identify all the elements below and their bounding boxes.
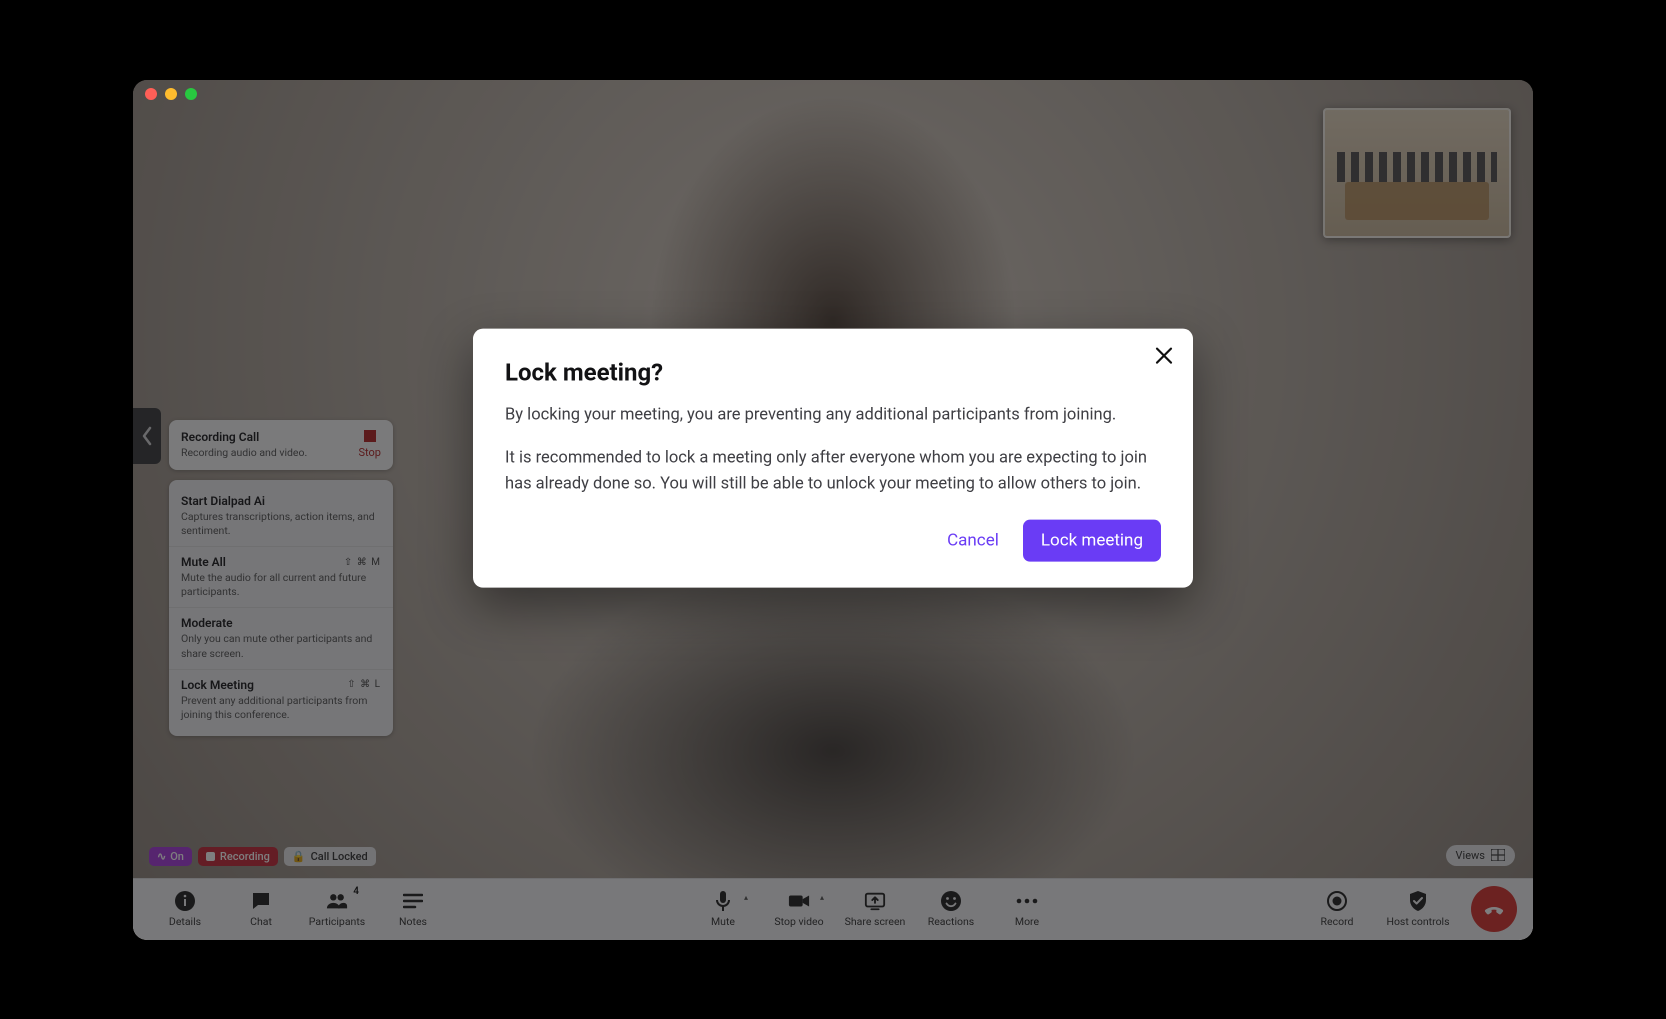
close-dialog-button[interactable] [1155,347,1173,368]
dialog-paragraph-2: It is recommended to lock a meeting only… [505,446,1161,497]
window-zoom-dot[interactable] [185,88,197,100]
close-icon [1155,347,1173,365]
dialog-actions: Cancel Lock meeting [505,519,1161,561]
lock-meeting-dialog: Lock meeting? By locking your meeting, y… [473,329,1193,588]
dialog-title: Lock meeting? [505,359,1161,387]
dialog-body: By locking your meeting, you are prevent… [505,403,1161,498]
lock-meeting-button[interactable]: Lock meeting [1023,519,1161,561]
cancel-button[interactable]: Cancel [943,522,1003,558]
app-window: Recording Call Recording audio and video… [133,80,1533,940]
window-titlebar [133,80,1533,108]
dialog-paragraph-1: By locking your meeting, you are prevent… [505,403,1161,429]
window-minimize-dot[interactable] [165,88,177,100]
window-close-dot[interactable] [145,88,157,100]
